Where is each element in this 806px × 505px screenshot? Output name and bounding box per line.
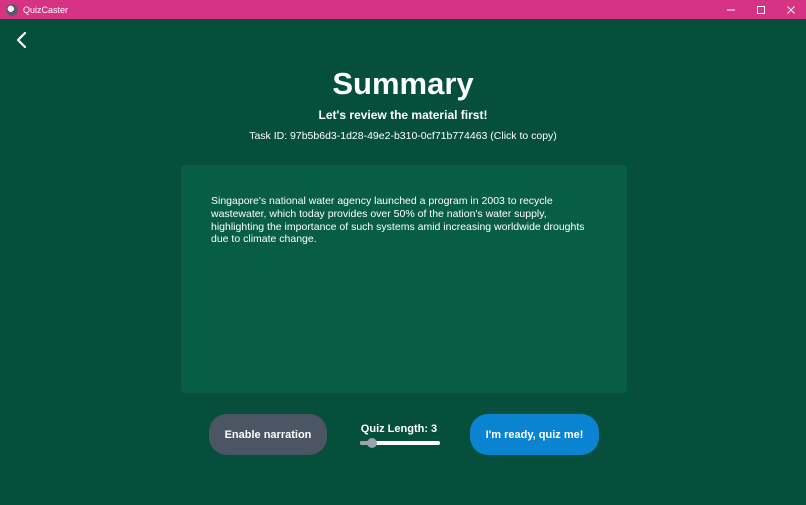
close-icon bbox=[787, 5, 795, 14]
task-id-copy[interactable]: Task ID: 97b5b6d3-1d28-49e2-b310-0cf71b7… bbox=[0, 130, 806, 142]
back-button[interactable] bbox=[12, 30, 30, 50]
quiz-length-slider[interactable] bbox=[360, 438, 440, 448]
close-button[interactable] bbox=[776, 0, 806, 19]
page-subtitle: Let's review the material first! bbox=[318, 108, 488, 122]
enable-narration-button[interactable]: Enable narration bbox=[209, 414, 327, 455]
back-icon bbox=[16, 31, 27, 49]
slider-thumb[interactable] bbox=[367, 438, 377, 448]
quiz-length-label: Quiz Length: 3 bbox=[360, 423, 438, 435]
page-title: Summary bbox=[332, 66, 474, 101]
minimize-icon bbox=[727, 9, 735, 10]
app-title: QuizCaster bbox=[23, 4, 69, 15]
title-bar: QuizCaster bbox=[0, 0, 806, 19]
maximize-icon bbox=[757, 5, 765, 14]
summary-card: Singapore's national water agency launch… bbox=[181, 165, 627, 393]
window-controls bbox=[716, 0, 806, 19]
app-icon bbox=[6, 3, 18, 16]
minimize-button[interactable] bbox=[716, 0, 746, 19]
ready-quiz-button[interactable]: I'm ready, quiz me! bbox=[470, 414, 599, 455]
summary-text: Singapore's national water agency launch… bbox=[211, 195, 585, 246]
maximize-button[interactable] bbox=[746, 0, 776, 19]
